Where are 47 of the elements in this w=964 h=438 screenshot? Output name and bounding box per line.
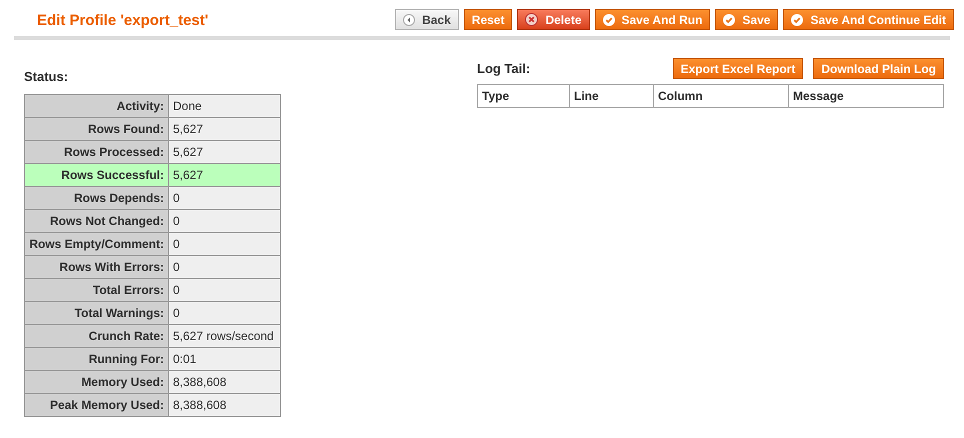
row-label: Rows Processed: — [24, 140, 168, 163]
row-label: Memory Used: — [24, 370, 168, 393]
save-button[interactable]: Save And Run — [594, 9, 710, 30]
row-value: 0 — [168, 186, 280, 209]
row-label: Rows Not Changed: — [24, 209, 168, 232]
row-label: Peak Memory Used: — [24, 393, 168, 416]
column-header: Column — [654, 84, 788, 108]
row-value: 8,388,608 — [168, 393, 280, 416]
report-button[interactable]: Download Plain Log — [813, 58, 944, 79]
row-value: 0 — [168, 301, 280, 324]
status-heading: Status: — [24, 68, 70, 86]
row-label: Rows Empty/Comment: — [24, 232, 168, 255]
row-value: 5,627 rows/second — [168, 324, 280, 347]
row-value: 0:01 — [168, 347, 280, 370]
row-label: Running For: — [24, 347, 168, 370]
check-icon — [791, 14, 804, 26]
row-label: Total Errors: — [24, 278, 168, 301]
row-label: Crunch Rate: — [24, 324, 168, 347]
check-icon — [723, 14, 736, 26]
check-icon — [602, 14, 614, 26]
row-label: Rows Found: — [24, 117, 168, 140]
delete-button[interactable]: Delete — [517, 9, 590, 30]
row-label: Rows With Errors: — [24, 255, 168, 278]
row-label: Rows Successful: — [24, 163, 168, 186]
row-value: 5,627 — [168, 140, 280, 163]
row-value: 0 — [168, 255, 280, 278]
reset-button[interactable]: Reset — [464, 9, 512, 30]
row-value: 5,627 — [168, 117, 280, 140]
row-value: 5,627 — [168, 163, 280, 186]
save-button[interactable]: Save And Continue Edit — [783, 9, 954, 30]
row-label: Rows Depends: — [24, 186, 168, 209]
row-value: 8,388,608 — [168, 370, 280, 393]
log-tail-heading: Log Tail: — [477, 60, 530, 78]
column-header: Line — [570, 84, 654, 108]
save-button[interactable]: Save — [715, 9, 778, 30]
back-button[interactable]: Back — [395, 9, 459, 30]
page-title: Edit Profile 'export_test' — [37, 11, 208, 32]
close-icon — [525, 13, 538, 26]
report-button[interactable]: Export Excel Report — [672, 58, 804, 79]
column-header: Type — [478, 84, 570, 108]
row-value: Done — [168, 94, 280, 117]
row-value: 0 — [168, 278, 280, 301]
row-label: Activity: — [24, 94, 168, 117]
row-value: 0 — [168, 209, 280, 232]
row-value: 0 — [168, 232, 280, 255]
column-header: Message — [788, 84, 944, 108]
row-label: Total Warnings: — [24, 301, 168, 324]
